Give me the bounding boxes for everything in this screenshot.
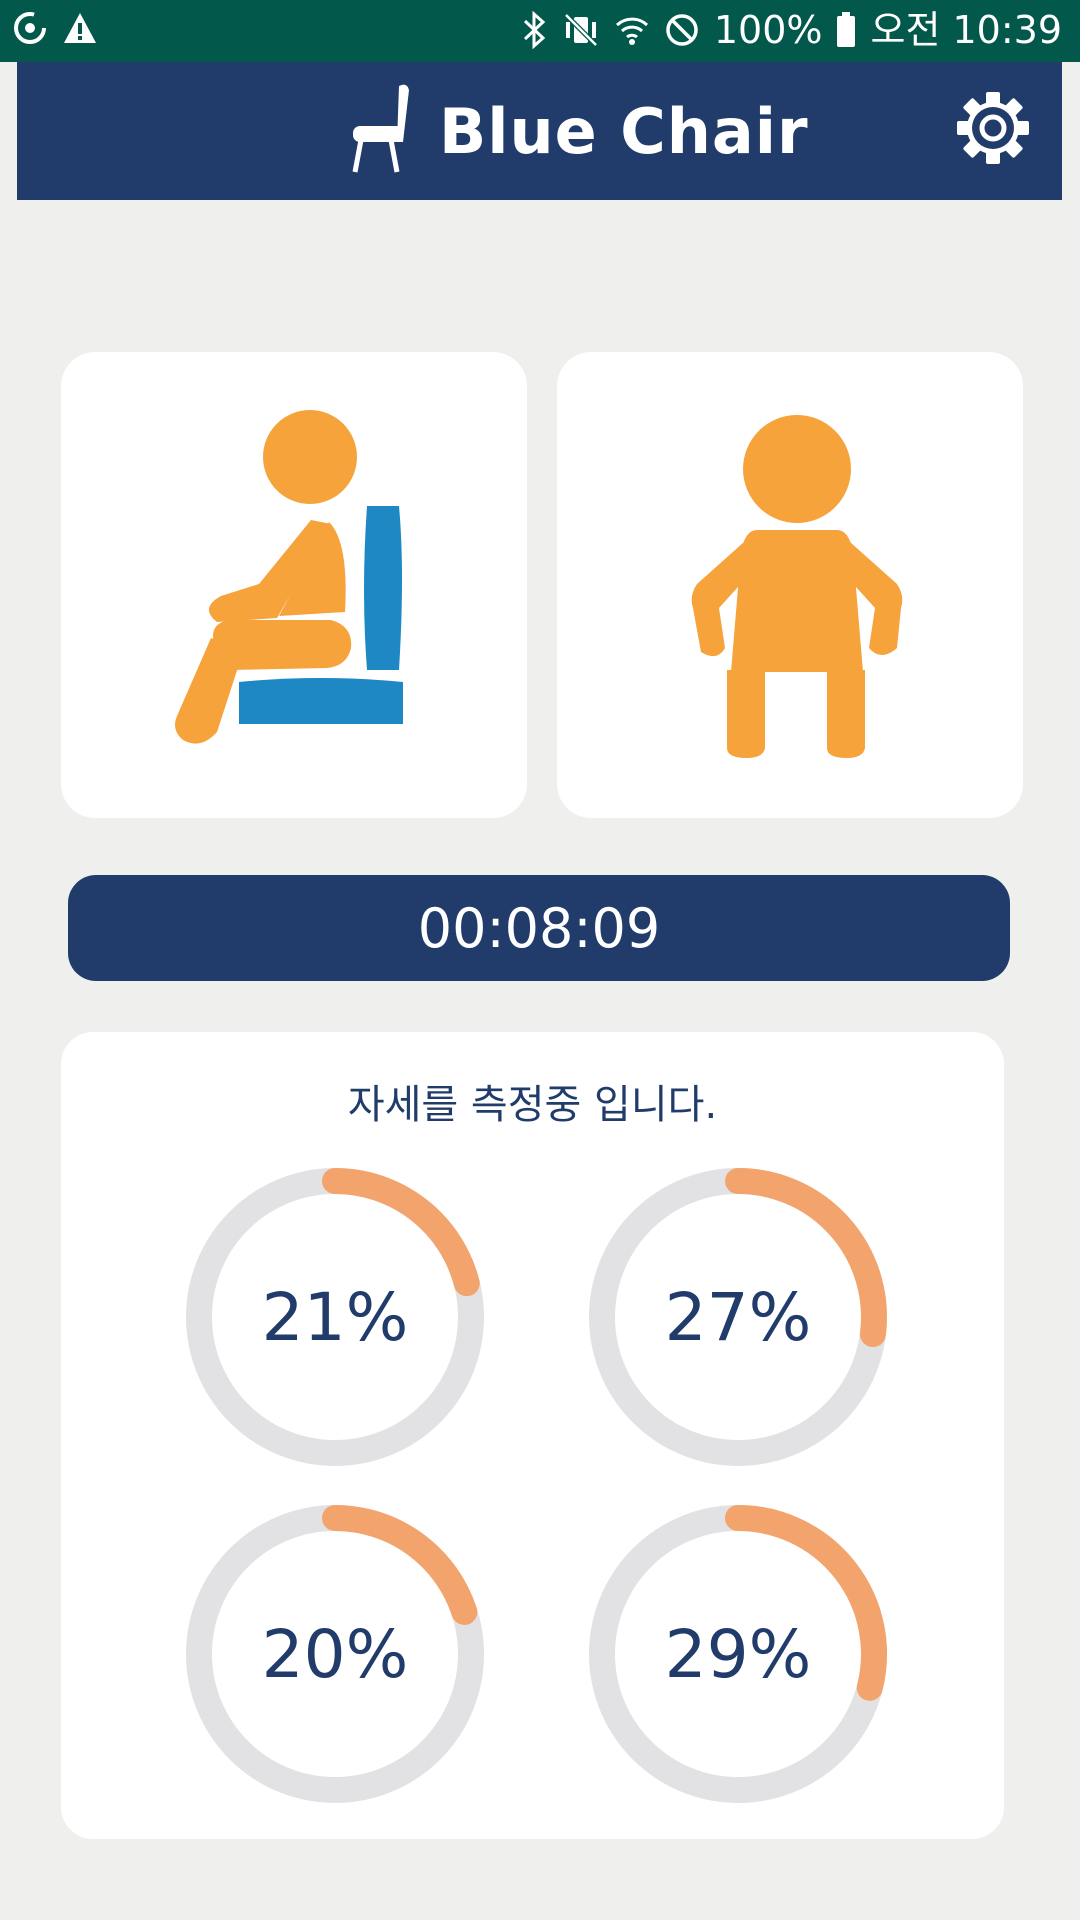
battery-icon [836,12,856,48]
wifi-icon [614,11,650,49]
do-not-disturb-icon [664,12,700,48]
status-bar: 100% 오전 10:39 [0,0,1080,62]
gauge-2-value: 27% [664,1278,812,1356]
gauge-1: 21% [185,1167,485,1467]
battery-percent: 100% [713,8,823,52]
measurement-status-message: 자세를 측정중 입니다. [347,1082,718,1128]
status-time: 오전 10:39 [870,8,1062,52]
gauge-1-value: 21% [261,1278,409,1356]
posture-card-side[interactable] [61,352,527,818]
app-title: Blue Chair [439,94,809,168]
app-header: Blue Chair [17,62,1062,200]
gauge-2: 27% [588,1167,888,1467]
timer-value: 00:08:09 [417,896,661,960]
chair-icon [347,82,421,180]
gauge-4: 29% [588,1504,888,1804]
brand: Blue Chair [347,84,809,178]
bluetooth-icon [522,11,548,49]
sync-icon [12,10,48,46]
vibrate-mute-icon [562,11,600,49]
warning-icon [62,10,98,46]
settings-button[interactable] [953,88,1033,168]
gauge-3-value: 20% [261,1615,409,1693]
posture-card-front[interactable] [557,352,1023,818]
gauge-3: 20% [185,1504,485,1804]
gear-icon [953,92,1033,172]
gauge-4-value: 29% [664,1615,812,1693]
session-timer: 00:08:09 [68,875,1010,981]
measurement-panel: 자세를 측정중 입니다. 21% 27% 20% 29% [61,1032,1004,1839]
